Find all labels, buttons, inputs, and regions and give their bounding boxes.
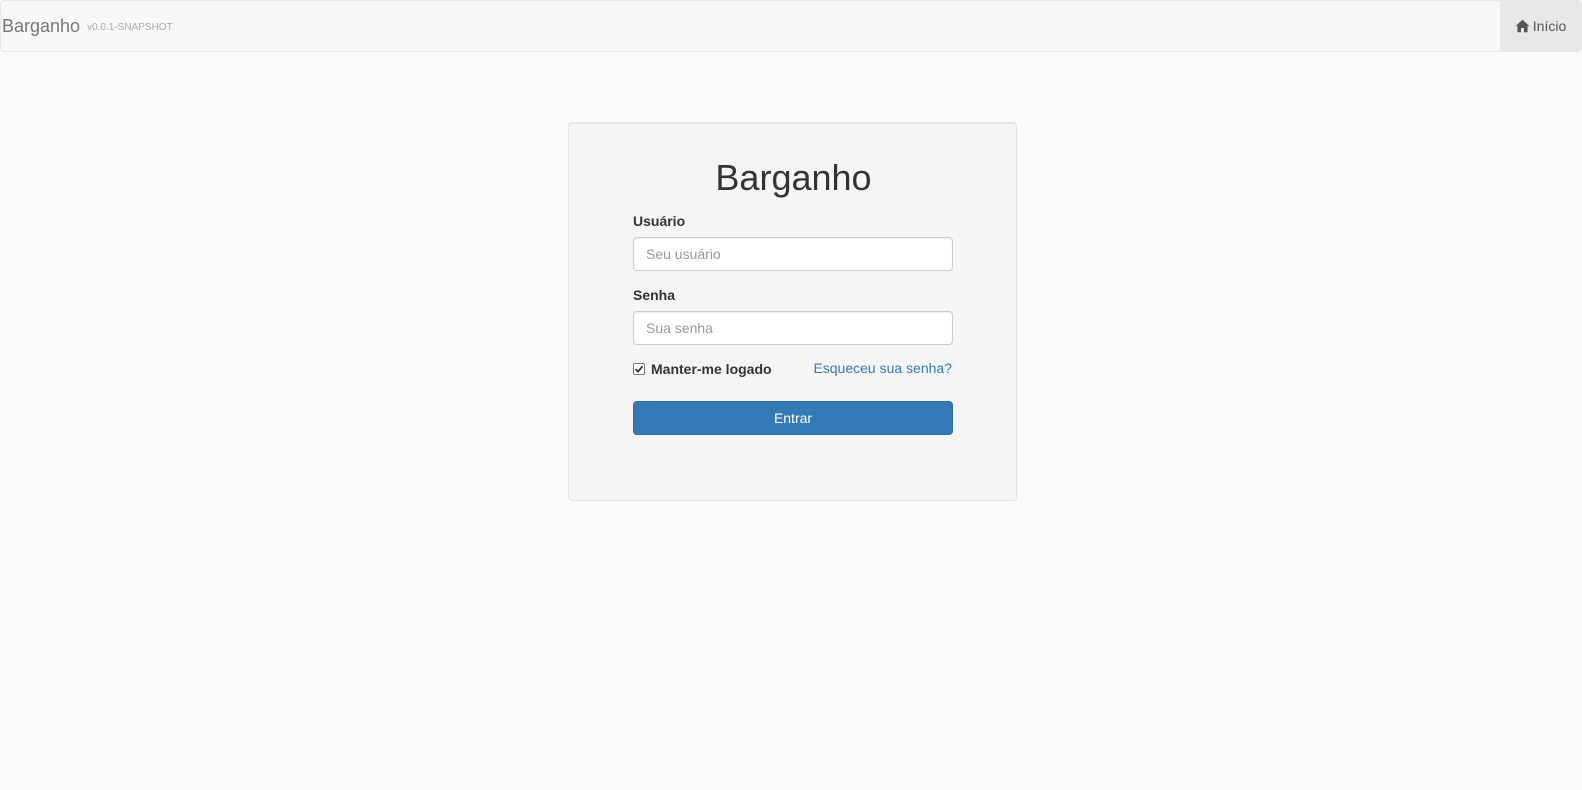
forgot-password-link[interactable]: Esqueceu sua senha? xyxy=(813,360,952,376)
nav-home-link[interactable]: Início xyxy=(1500,1,1581,51)
brand-name: Barganho xyxy=(2,16,81,36)
username-label: Usuário xyxy=(633,213,686,229)
login-card: Barganho Usuário Senha Manter-me logado … xyxy=(568,122,1017,501)
remember-me[interactable]: Manter-me logado xyxy=(633,361,772,377)
login-button[interactable]: Entrar xyxy=(633,401,953,435)
top-navbar: Barganho v0.0.1-SNAPSHOT Início xyxy=(0,0,1582,52)
username-input[interactable] xyxy=(633,237,953,271)
version-label: v0.0.1-SNAPSHOT xyxy=(87,21,173,33)
home-icon xyxy=(1515,19,1530,33)
password-label: Senha xyxy=(633,287,676,303)
remember-checkbox[interactable] xyxy=(633,363,645,375)
navbar-brand[interactable]: Barganho v0.0.1-SNAPSHOT xyxy=(2,16,173,37)
nav-home-label: Início xyxy=(1532,18,1567,34)
login-title: Barganho xyxy=(715,157,872,198)
checkmark-icon xyxy=(634,365,644,373)
password-input[interactable] xyxy=(633,311,953,345)
remember-label: Manter-me logado xyxy=(651,361,772,377)
